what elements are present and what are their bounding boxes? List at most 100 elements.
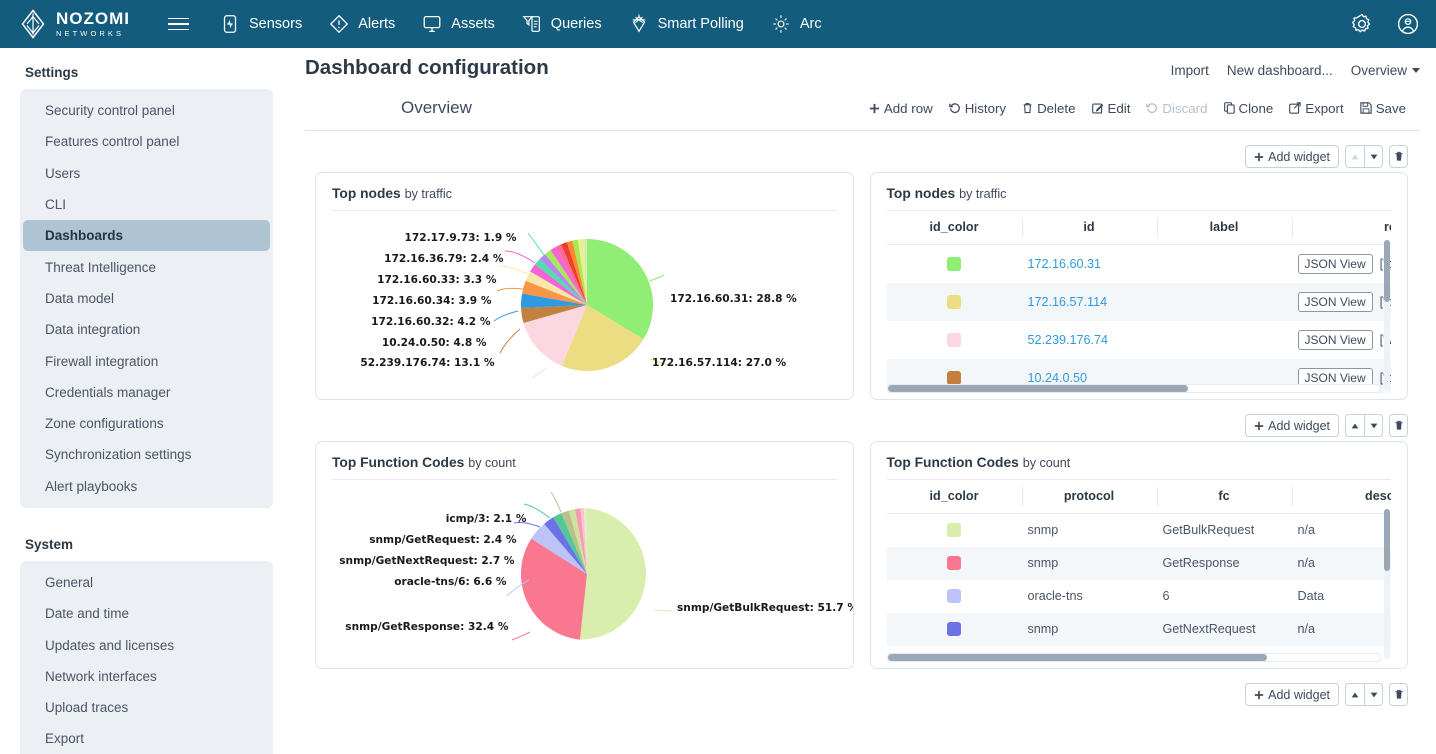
nav-item-smart-polling[interactable]: Smart Polling	[628, 12, 744, 36]
cell-id[interactable]: 52.239.176.74	[1022, 321, 1157, 359]
scrollbar-thumb[interactable]	[887, 385, 1188, 392]
table-vertical-scrollbar[interactable]	[1384, 240, 1390, 390]
table-row[interactable]: oracle-tns 6 Data	[887, 580, 1392, 613]
row-1-delete-button[interactable]	[1389, 145, 1408, 168]
json-view-button[interactable]: JSON View	[1297, 330, 1373, 350]
th-roles[interactable]: roles	[1291, 211, 1391, 245]
nav-label: Smart Polling	[657, 16, 744, 32]
nav-label: Queries	[550, 16, 602, 32]
row-3-move-up-button[interactable]	[1345, 683, 1364, 706]
table-row[interactable]: 172.16.57.114 JSON View ["backu	[886, 283, 1391, 321]
color-chip	[947, 333, 961, 347]
nav-item-assets[interactable]: Assets	[421, 12, 495, 36]
sidebar-item-firewall-integration[interactable]: Firewall integration	[23, 345, 270, 376]
discard-label: Discard	[1162, 100, 1208, 116]
scrollbar-thumb[interactable]	[887, 654, 1267, 661]
row-2-add-widget-label: Add widget	[1268, 418, 1330, 433]
pie-chart-svg	[506, 491, 673, 641]
th-fc[interactable]: fc	[1156, 480, 1292, 514]
th-description[interactable]: description	[1291, 480, 1391, 514]
sidebar-item-synchronization-settings[interactable]: Synchronization settings	[23, 439, 270, 470]
th-id-color[interactable]: id_color	[886, 480, 1022, 514]
discard-icon	[1146, 103, 1158, 114]
table-row[interactable]: 172.16.60.31 JSON View ["other"	[887, 245, 1391, 284]
dashboard-toolbar: Overview Add row History Delete Edit Dis…	[305, 80, 1420, 131]
th-protocol[interactable]: protocol	[1021, 480, 1157, 514]
cell-id[interactable]: 172.16.57.114	[1022, 283, 1157, 321]
json-view-button[interactable]: JSON View	[1297, 254, 1373, 274]
sidebar-item-export[interactable]: Export	[23, 723, 270, 754]
color-chip	[947, 257, 961, 271]
top-navigation-bar: NOZOMI NETWORKS Sensors Alerts Assets Qu…	[0, 0, 1436, 48]
sidebar-item-threat-intelligence[interactable]: Threat Intelligence	[23, 251, 270, 282]
row-3-delete-button[interactable]	[1389, 683, 1408, 706]
row-2-move-up-button[interactable]	[1345, 414, 1364, 437]
color-chip	[947, 589, 961, 603]
th-id[interactable]: id	[1021, 211, 1157, 245]
row-2-move-down-button[interactable]	[1364, 414, 1383, 437]
row-1-move-down-button[interactable]	[1364, 145, 1383, 168]
cell-description: n/a	[1297, 523, 1316, 538]
delete-button[interactable]: Delete	[1022, 101, 1076, 116]
sidebar-item-data-integration[interactable]: Data integration	[23, 314, 270, 345]
nav-item-queries[interactable]: Queries	[521, 12, 602, 36]
sidebar-item-zone-configurations[interactable]: Zone configurations	[23, 408, 270, 439]
cell-roles: JSON View ["backu	[1292, 283, 1391, 321]
scrollbar-thumb[interactable]	[1384, 509, 1390, 571]
fc-pie-label-0: snmp/GetBulkRequest: 51.7 %	[677, 602, 854, 614]
sidebar-item-network-interfaces[interactable]: Network interfaces	[23, 661, 270, 692]
add-row-button[interactable]: Add row	[869, 101, 933, 116]
nav-item-arc[interactable]: Arc	[770, 12, 822, 36]
save-label: Save	[1375, 100, 1406, 116]
menu-toggle-button[interactable]	[168, 17, 189, 31]
history-button[interactable]: History	[948, 101, 1006, 116]
row-1-add-widget-button[interactable]: Add widget	[1245, 145, 1339, 168]
table-row[interactable]: 52.239.176.74 JSON View ["web_s	[887, 321, 1391, 359]
table-scroll-container[interactable]: id_color protocol fc description snmp Ge…	[886, 480, 1392, 662]
json-view-button[interactable]: JSON View	[1297, 292, 1373, 312]
th-label[interactable]: label	[1156, 211, 1292, 245]
nav-item-sensors[interactable]: Sensors	[219, 12, 302, 36]
sidebar-item-date-and-time[interactable]: Date and time	[23, 598, 270, 629]
row-2-delete-button[interactable]	[1389, 414, 1408, 437]
row-3-add-widget-button[interactable]: Add widget	[1245, 683, 1339, 706]
cell-label	[1157, 245, 1292, 284]
scrollbar-thumb[interactable]	[1384, 240, 1390, 302]
sidebar-item-data-model[interactable]: Data model	[23, 283, 270, 314]
brand-logo[interactable]: NOZOMI NETWORKS	[0, 9, 130, 39]
cell-id[interactable]: 172.16.60.31	[1022, 245, 1157, 284]
row-2-add-widget-button[interactable]: Add widget	[1245, 414, 1339, 437]
table-vertical-scrollbar[interactable]	[1384, 509, 1390, 659]
gear-icon[interactable]	[1350, 12, 1374, 36]
table-row[interactable]: snmp GetBulkRequest n/a	[887, 514, 1392, 547]
clone-button[interactable]: Clone	[1223, 101, 1273, 116]
edit-button[interactable]: Edit	[1091, 101, 1130, 116]
sidebar-item-features-control-panel[interactable]: Features control panel	[23, 126, 270, 157]
sidebar-item-credentials-manager[interactable]: Credentials manager	[23, 377, 270, 408]
sidebar-item-users[interactable]: Users	[23, 158, 270, 189]
table-horizontal-scrollbar[interactable]	[886, 384, 1381, 393]
th-id-color[interactable]: id_color	[886, 211, 1022, 245]
table-horizontal-scrollbar[interactable]	[886, 653, 1381, 662]
save-button[interactable]: Save	[1359, 100, 1406, 116]
table-row[interactable]: snmp GetResponse n/a	[886, 546, 1391, 580]
fc-pie-label-3: snmp/GetNextRequest: 2.7 %	[339, 555, 515, 567]
user-avatar-icon[interactable]	[1396, 12, 1420, 36]
table-row[interactable]: snmp GetNextRequest n/a	[886, 612, 1391, 646]
sidebar-item-upload-traces[interactable]: Upload traces	[23, 692, 270, 723]
table-scroll-container[interactable]: id_color id label roles 172.16.60.31	[886, 211, 1391, 393]
new-dashboard-button[interactable]: New dashboard...	[1227, 63, 1333, 78]
sidebar-item-alert-playbooks[interactable]: Alert playbooks	[23, 471, 270, 502]
sidebar-item-security-control-panel[interactable]: Security control panel	[23, 95, 270, 126]
export-button[interactable]: Export	[1289, 101, 1344, 116]
sidebar-item-cli[interactable]: CLI	[23, 189, 270, 220]
dashboard-selector[interactable]: Overview	[1351, 63, 1420, 78]
import-button[interactable]: Import	[1171, 63, 1209, 78]
nav-item-alerts[interactable]: Alerts	[328, 12, 395, 36]
sidebar-item-general[interactable]: General	[23, 567, 270, 598]
sidebar-item-dashboards[interactable]: Dashboards	[23, 220, 270, 252]
trash-icon	[1394, 151, 1403, 161]
row-3-add-widget-label: Add widget	[1268, 687, 1330, 702]
row-3-move-down-button[interactable]	[1364, 683, 1383, 706]
sidebar-item-updates-and-licenses[interactable]: Updates and licenses	[23, 629, 270, 660]
